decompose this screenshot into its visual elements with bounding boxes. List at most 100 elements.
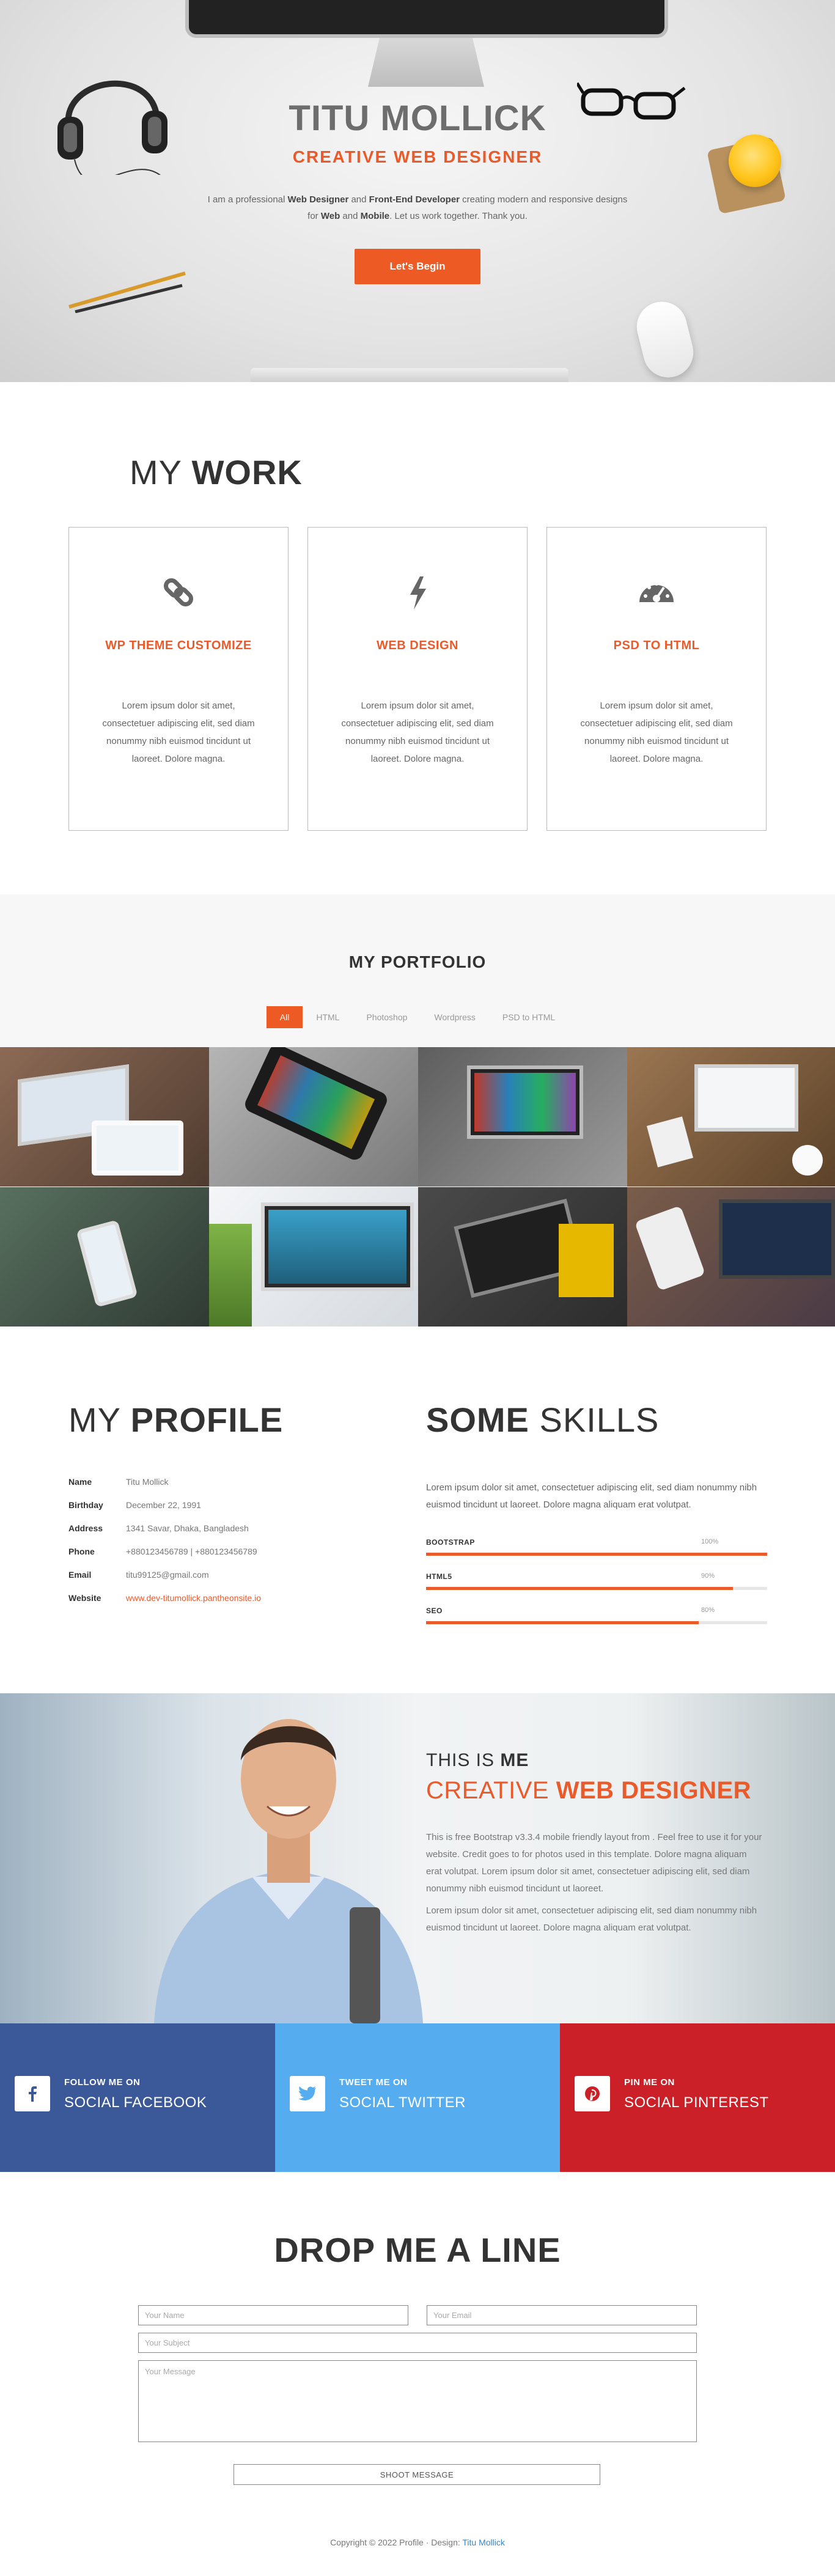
profile-row-website: Website www.dev-titumollick.pantheonsite.…: [68, 1593, 261, 1603]
intro-bold: Web: [320, 211, 340, 221]
skills-title: SOME SKILLS: [426, 1400, 659, 1440]
profile-section: MY PROFILE Name Titu Mollick Birthday Dece…: [0, 1327, 835, 1693]
portfolio-grid: [0, 1047, 835, 1327]
work-card-text: Lorem ipsum dolor sit amet, consectetuer…: [102, 701, 255, 764]
portfolio-item-typing-laptop[interactable]: [418, 1187, 627, 1327]
social-big-label: SOCIAL FACEBOOK: [64, 2094, 207, 2111]
profile-value: December 22, 1991: [126, 1500, 201, 1510]
about-title-light: CREATIVE: [426, 1777, 550, 1804]
portfolio-item-imac-gallery[interactable]: [418, 1047, 627, 1187]
author-link[interactable]: Titu Mollick: [462, 2537, 505, 2547]
filter-psd-to-html[interactable]: PSD to HTML: [489, 1006, 568, 1028]
twitter-icon: [290, 2076, 325, 2111]
hero-section: TITU MOLLICK CREATIVE WEB DESIGNER I am …: [0, 0, 835, 382]
filter-all[interactable]: All: [266, 1006, 303, 1028]
skill-seo: SEO 80%: [426, 1606, 767, 1624]
profile-value: +880123456789 | +880123456789: [126, 1547, 257, 1556]
social-big-label: SOCIAL PINTEREST: [624, 2094, 769, 2111]
skill-track: [426, 1553, 767, 1556]
filter-wordpress[interactable]: Wordpress: [421, 1006, 488, 1028]
intro-text: and: [340, 211, 361, 221]
skill-bar: [426, 1621, 699, 1624]
shoot-message-button[interactable]: SHOOT MESSAGE: [234, 2464, 600, 2485]
about-label-bold: ME: [500, 1750, 529, 1770]
portfolio-item-desk-laptop[interactable]: [627, 1047, 835, 1187]
message-field[interactable]: [138, 2360, 697, 2442]
email-field[interactable]: [427, 2305, 697, 2325]
profile-label: Email: [68, 1570, 92, 1580]
social-facebook-link[interactable]: FOLLOW ME ON SOCIAL FACEBOOK: [0, 2023, 275, 2172]
work-card-web-design: WEB DESIGN Lorem ipsum dolor sit amet, c…: [307, 527, 528, 831]
profile-value: 1341 Savar, Dhaka, Bangladesh: [126, 1523, 249, 1533]
contact-section: DROP ME A LINE SHOOT MESSAGE Copyright ©…: [0, 2172, 835, 2576]
skill-track: [426, 1587, 767, 1590]
social-pinterest-link[interactable]: PIN ME ON SOCIAL PINTEREST: [560, 2023, 835, 2172]
designer-photo: [154, 1719, 423, 2023]
mouse-image: [631, 296, 699, 382]
portfolio-item-laptop-tablet[interactable]: [0, 1047, 209, 1187]
profile-title: MY PROFILE: [68, 1400, 283, 1440]
filter-photoshop[interactable]: Photoshop: [353, 1006, 421, 1028]
title-bold: WORK: [191, 453, 303, 491]
link-icon: [163, 578, 194, 607]
portfolio-item-smartphone[interactable]: [209, 1047, 418, 1187]
contact-title: DROP ME A LINE: [0, 2230, 835, 2270]
social-small-label: FOLLOW ME ON: [64, 2077, 141, 2088]
work-card-title: WP THEME CUSTOMIZE: [105, 639, 252, 652]
portfolio-item-imac-desk[interactable]: [209, 1187, 418, 1327]
intro-bold: Mobile: [360, 211, 390, 221]
subject-field[interactable]: [138, 2333, 697, 2353]
work-card-text: Lorem ipsum dolor sit amet, consectetuer…: [580, 701, 733, 764]
skills-text: Lorem ipsum dolor sit amet, consectetuer…: [426, 1482, 757, 1510]
copyright-text: Copyright © 2022 Profile · Design:: [330, 2537, 463, 2547]
title-light: DROP: [274, 2231, 375, 2269]
portfolio-item-iphone-hand[interactable]: [0, 1187, 209, 1327]
intro-text: . Let us work together. Thank you.: [389, 211, 528, 221]
title-light: MY: [348, 952, 376, 971]
about-title: CREATIVE WEB DESIGNER: [426, 1777, 751, 1805]
footer-copyright: Copyright © 2022 Profile · Design: Titu …: [0, 2537, 835, 2547]
intro-text: I am a professional: [207, 194, 288, 205]
hero-content: TITU MOLLICK CREATIVE WEB DESIGNER I am …: [0, 98, 835, 284]
dashboard-icon: [639, 582, 674, 602]
intro-text: and: [348, 194, 369, 205]
profile-row-email: Email titu99125@gmail.com: [68, 1570, 209, 1580]
social-small-label: TWEET ME ON: [339, 2077, 408, 2088]
website-link[interactable]: www.dev-titumollick.pantheonsite.io: [126, 1593, 261, 1603]
about-label: THIS IS ME: [426, 1750, 529, 1771]
intro-bold: Web Designer: [287, 194, 349, 205]
imac-stand: [368, 38, 484, 87]
skill-track: [426, 1621, 767, 1624]
skill-percent: 90%: [701, 1572, 715, 1580]
work-card-text: Lorem ipsum dolor sit amet, consectetuer…: [341, 701, 494, 764]
social-twitter-link[interactable]: TWEET ME ON SOCIAL TWITTER: [275, 2023, 560, 2172]
social-big-label: SOCIAL TWITTER: [339, 2094, 466, 2111]
intro-text: for: [307, 211, 321, 221]
imac-screen: [185, 0, 668, 38]
title-bold: PROFILE: [130, 1400, 284, 1439]
profile-row-birthday: Birthday December 22, 1991: [68, 1500, 201, 1510]
title-light: MY: [68, 1400, 120, 1439]
skill-bar: [426, 1587, 734, 1590]
portfolio-section: MY PORTFOLIO All HTML Photoshop Wordpress PS…: [0, 894, 835, 1327]
portfolio-title: MY PORTFOLIO: [0, 952, 835, 972]
keyboard-image: [251, 368, 568, 382]
profile-value: Titu Mollick: [126, 1477, 169, 1487]
skill-name: HTML5: [426, 1572, 452, 1581]
profile-label: Website: [68, 1593, 101, 1603]
about-paragraph: This is free Bootstrap v3.3.4 mobile fri…: [426, 1832, 762, 1894]
work-section: MY WORK WP THEME CUSTOMIZE Lorem ipsum d…: [0, 382, 835, 894]
lets-begin-button[interactable]: Let's Begin: [355, 249, 480, 284]
profile-label: Name: [68, 1477, 92, 1487]
filter-html[interactable]: HTML: [303, 1006, 353, 1028]
work-title: MY WORK: [130, 452, 303, 492]
skill-html5: HTML5 90%: [426, 1572, 767, 1590]
name-field[interactable]: [138, 2305, 408, 2325]
portfolio-filters: All HTML Photoshop Wordpress PSD to HTML: [0, 1006, 835, 1028]
title-light: SKILLS: [539, 1400, 660, 1439]
work-card-wp-theme: WP THEME CUSTOMIZE Lorem ipsum dolor sit…: [68, 527, 289, 831]
title-bold: PORTFOLIO: [380, 952, 487, 971]
portfolio-item-laptop-phone[interactable]: [627, 1187, 835, 1327]
skill-bootstrap: BOOTSTRAP 100%: [426, 1538, 767, 1556]
skill-percent: 100%: [701, 1538, 719, 1545]
